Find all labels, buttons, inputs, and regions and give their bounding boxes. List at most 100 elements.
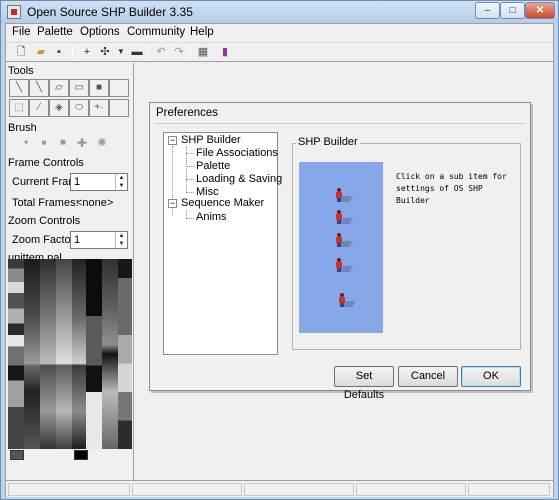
spin-arrows-icon[interactable]: ▲ ▼ — [115, 232, 127, 248]
hint-text: Click on a sub item for settings of OS S… — [396, 171, 521, 207]
tree-item-anims[interactable]: Anims — [196, 211, 227, 223]
toolbar-separator — [148, 46, 149, 59]
minimize-button[interactable]: – — [475, 2, 500, 19]
palette-column — [40, 259, 56, 449]
current-frame-value: 1 — [74, 176, 81, 188]
soldier-sprite — [337, 293, 356, 307]
shuffle-icon[interactable]: ✣ — [98, 45, 112, 59]
book-icon[interactable]: ▮ — [218, 45, 232, 59]
close-button[interactable]: ✕ — [525, 2, 555, 19]
status-cell — [244, 483, 354, 496]
palette-column — [8, 259, 24, 449]
add-icon[interactable]: + — [80, 45, 94, 59]
status-bar — [6, 480, 553, 497]
dropdown-arrow-icon[interactable]: ▼ — [114, 45, 128, 59]
menu-options[interactable]: Options — [80, 26, 120, 38]
frame-controls-label: Frame Controls — [8, 157, 84, 169]
current-frame-stepper[interactable]: 1 ▲ ▼ — [70, 173, 128, 191]
redo-icon[interactable]: ↷ — [172, 45, 186, 59]
tree-connector — [186, 211, 187, 218]
tools-label: Tools — [8, 65, 34, 77]
move-tool-icon[interactable]: +· — [89, 99, 109, 117]
tools-grid: ╲ ╲ ▱ ▭ ■ ⬚ ⁄ ◈ ⬭ +· — [9, 79, 133, 117]
brush-4px-icon[interactable]: ✚ — [75, 136, 89, 150]
brush-spray-icon[interactable]: ✺ — [95, 136, 109, 150]
total-frames-label: Total Frames: — [12, 197, 79, 209]
menu-bar: File Palette Options Community Help — [6, 24, 553, 42]
blank-tool[interactable] — [109, 99, 129, 117]
palette-column — [72, 259, 86, 449]
toolbar-separator — [190, 46, 191, 59]
undo-icon[interactable]: ↶ — [154, 45, 168, 59]
tree-item-loading-saving[interactable]: Loading & Saving — [196, 173, 282, 185]
filled-rectangle-tool-icon[interactable]: ■ — [89, 79, 109, 97]
collapse-icon[interactable]: − — [168, 199, 177, 208]
total-frames-value: <none> — [76, 197, 114, 209]
menu-file[interactable]: File — [12, 26, 31, 38]
fill-tool-icon[interactable]: ◈ — [49, 99, 69, 117]
open-folder-icon[interactable]: ▰ — [34, 45, 48, 59]
secondary-color-swatch[interactable] — [74, 450, 88, 460]
title-bar[interactable]: Open Source SHP Builder 3.35 – □ ✕ — [1, 1, 558, 23]
cancel-button[interactable]: Cancel — [398, 366, 458, 387]
status-cell — [356, 483, 466, 496]
palette-column — [56, 259, 72, 449]
line-diagonal-tool-icon[interactable]: ╲ — [29, 79, 49, 97]
palette-grid[interactable] — [8, 259, 136, 449]
app-icon — [7, 5, 21, 19]
soldier-sprite — [334, 233, 353, 247]
zoom-factor-value: 1 — [74, 234, 81, 246]
zoom-factor-stepper[interactable]: 1 ▲ ▼ — [70, 231, 128, 249]
ellipse-tool-icon[interactable]: ⬭ — [69, 99, 89, 117]
tree-connector — [186, 218, 194, 219]
zoom-controls-label: Zoom Controls — [8, 215, 81, 227]
dropper-tool-icon[interactable]: ⁄ — [29, 99, 49, 117]
preferences-tree: − SHP Builder File Associations Palette … — [163, 132, 282, 355]
hint-line: settings of OS SHP — [396, 184, 483, 193]
window-title: Open Source SHP Builder 3.35 — [27, 5, 193, 19]
line-tool-icon[interactable]: ╲ — [9, 79, 29, 97]
select-tool-icon[interactable]: ⬚ — [9, 99, 29, 117]
brush-2px-icon[interactable]: ■ — [37, 136, 51, 150]
palette-column — [86, 259, 102, 449]
maximize-button[interactable]: □ — [500, 2, 525, 19]
tree-connector — [186, 192, 194, 193]
sprite-preview-image — [299, 162, 383, 333]
save-disk-icon[interactable]: ▪ — [52, 45, 66, 59]
palette-selected-colors — [10, 450, 130, 462]
menu-palette[interactable]: Palette — [37, 26, 73, 38]
tree-item-palette[interactable]: Palette — [196, 160, 230, 172]
title-divider — [154, 123, 526, 124]
tree-item-file-associations[interactable]: File Associations — [196, 147, 278, 159]
soldier-sprite — [334, 210, 353, 224]
primary-color-swatch[interactable] — [10, 450, 24, 460]
app-window: Open Source SHP Builder 3.35 – □ ✕ File … — [0, 0, 559, 500]
tree-connector — [186, 179, 194, 180]
tree-item-shp-builder[interactable]: SHP Builder — [181, 134, 241, 146]
brush-1px-icon[interactable]: ■ — [19, 136, 33, 150]
preferences-title: Preferences — [156, 107, 219, 119]
set-defaults-button[interactable]: Set Defaults — [334, 366, 394, 401]
status-cell — [132, 483, 242, 496]
tree-item-sequence-maker[interactable]: Sequence Maker — [181, 197, 264, 209]
rectangle-tool-icon[interactable]: ▭ — [69, 79, 89, 97]
hint-line: Click on a sub item for — [396, 172, 507, 181]
group-label: SHP Builder — [296, 136, 360, 148]
eraser-tool-icon[interactable]: ▱ — [49, 79, 69, 97]
new-file-icon[interactable]: 🗋 — [14, 45, 28, 59]
soldier-sprite — [334, 258, 353, 272]
palette-column — [102, 259, 118, 449]
properties-icon[interactable]: ▦ — [196, 45, 210, 59]
palette-column — [118, 259, 132, 449]
hint-line: Builder — [396, 196, 430, 205]
collapse-icon[interactable]: − — [168, 136, 177, 145]
ok-button[interactable]: OK — [461, 366, 521, 387]
blank-tool[interactable] — [109, 79, 129, 97]
spin-arrows-icon[interactable]: ▲ ▼ — [115, 174, 127, 190]
menu-community[interactable]: Community — [127, 26, 185, 38]
preferences-dialog: Preferences − SHP Builder File Associati… — [149, 102, 531, 401]
frame-icon[interactable]: ▬ — [130, 45, 144, 59]
status-cell — [8, 483, 130, 496]
menu-help[interactable]: Help — [190, 26, 214, 38]
brush-3px-icon[interactable]: ■ — [56, 136, 70, 150]
